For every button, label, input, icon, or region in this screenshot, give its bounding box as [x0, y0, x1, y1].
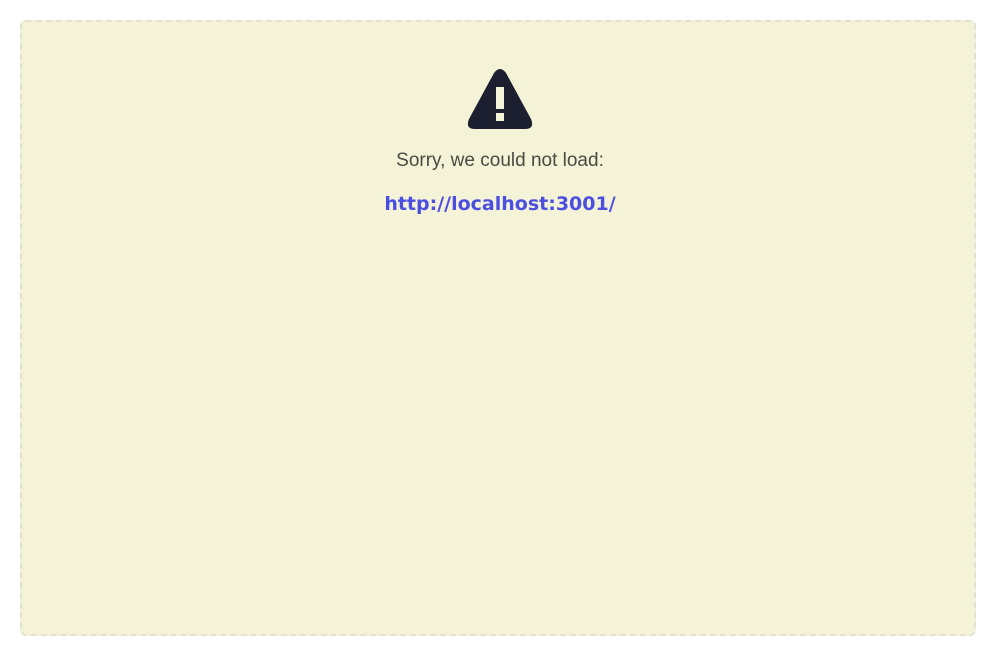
warning-triangle-icon	[467, 69, 533, 129]
error-message: Sorry, we could not load:	[396, 150, 604, 171]
failed-url-link[interactable]: http://localhost:3001/	[0, 193, 1000, 215]
